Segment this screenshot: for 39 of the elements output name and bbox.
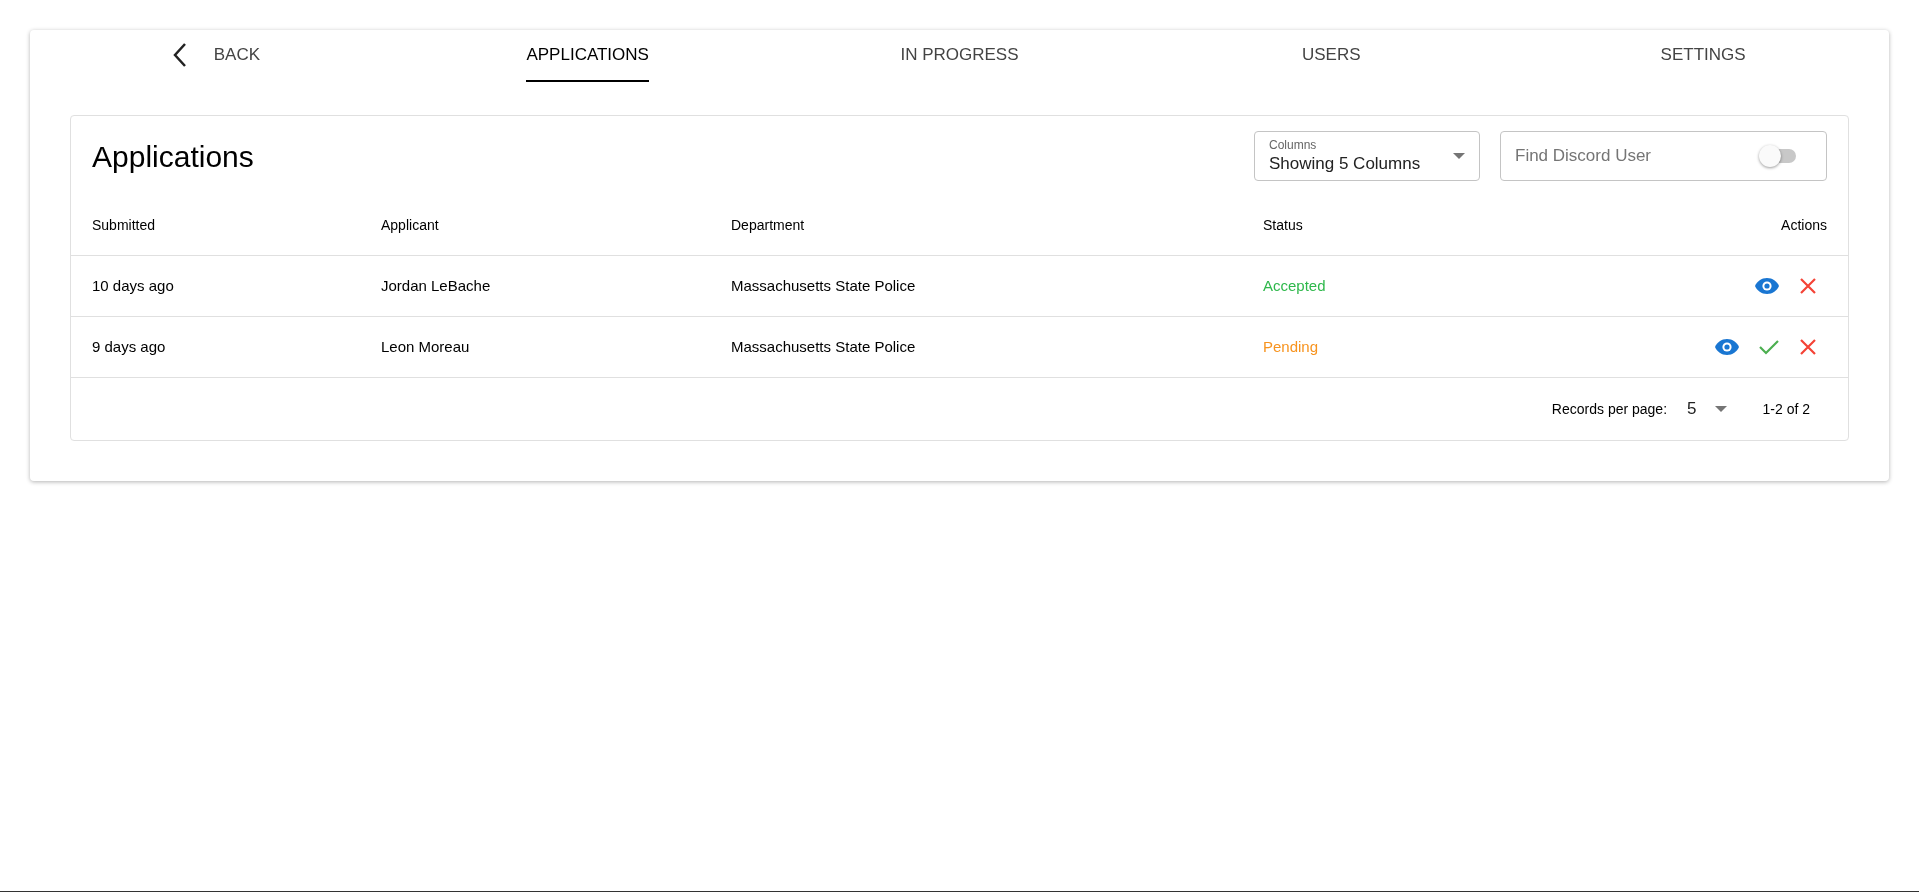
nav-tab[interactable]: SETTINGS — [1660, 42, 1746, 82]
search-field[interactable]: Find Discord User — [1500, 131, 1827, 181]
table-title: Applications — [92, 138, 254, 175]
rows-per-page-select[interactable]: 5 — [1687, 396, 1727, 422]
eye-button[interactable] — [1715, 339, 1739, 355]
table-cell-text: Massachusetts State Police — [731, 336, 917, 357]
caret-down-icon — [1453, 153, 1465, 159]
back-link[interactable]: BACK — [30, 42, 402, 68]
close-icon — [1799, 338, 1817, 356]
status-text: Pending — [1263, 336, 1320, 357]
column-header[interactable]: Department — [731, 215, 1263, 236]
close-button[interactable] — [1799, 338, 1817, 356]
dropdown-label: Columns — [1269, 137, 1318, 153]
nav-tab[interactable]: IN PROGRESS — [900, 42, 1019, 82]
pagination-range: 1-2 of 2 — [1762, 399, 1810, 419]
nav-tab[interactable]: APPLICATIONS — [526, 42, 649, 82]
dropdown-value: Showing 5 Columns — [1269, 152, 1422, 175]
columns-dropdown[interactable]: Columns Showing 5 Columns — [1254, 131, 1480, 181]
caret-down-icon — [1714, 406, 1727, 412]
checkmark-button[interactable] — [1759, 339, 1779, 355]
checkmark-icon — [1759, 339, 1779, 355]
status-text: Accepted — [1263, 275, 1327, 296]
chevron-left-icon — [171, 42, 188, 68]
column-header[interactable]: Applicant — [381, 215, 731, 236]
close-button[interactable] — [1799, 277, 1817, 295]
table-cell-text: 9 days ago — [92, 336, 167, 357]
eye-icon — [1755, 278, 1779, 294]
table-cell-text: Leon Moreau — [381, 336, 471, 357]
column-header[interactable]: Submitted — [92, 215, 381, 236]
nav-tab[interactable]: USERS — [1302, 42, 1361, 82]
close-icon — [1799, 277, 1817, 295]
rows-per-page-label: Records per page: — [1551, 399, 1668, 419]
table-cell-text: Massachusetts State Police — [731, 275, 917, 296]
table-cell-text: Jordan LeBache — [381, 275, 492, 296]
table-cell-text: 10 days ago — [92, 275, 175, 296]
column-header[interactable]: Actions — [1781, 215, 1827, 236]
eye-icon — [1715, 339, 1739, 355]
column-header[interactable]: Status — [1263, 215, 1627, 236]
eye-button[interactable] — [1755, 278, 1779, 294]
